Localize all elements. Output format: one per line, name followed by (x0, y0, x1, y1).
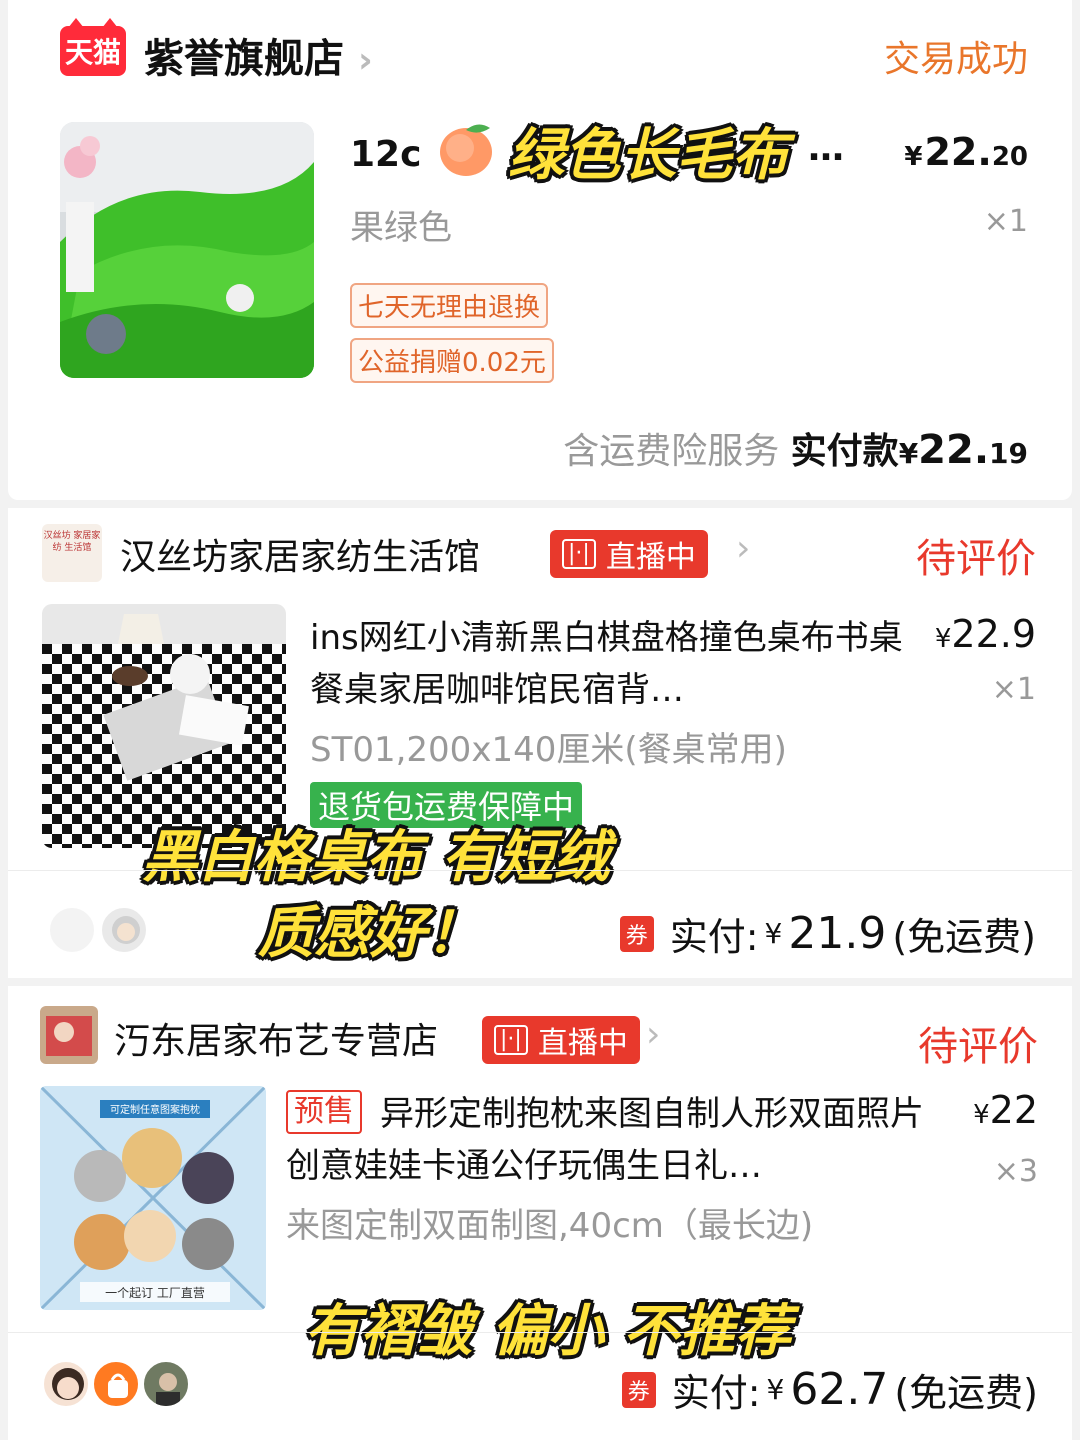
caption-green-fabric: 绿色长毛布 (508, 123, 788, 188)
paid-amount: 62.7 (790, 1364, 889, 1415)
divider (8, 1332, 1072, 1333)
product-title[interactable]: 异形定制抱枕来图自制人形双面照片创意娃娃卡通公仔玩偶生日礼… (286, 1088, 936, 1192)
avatar (42, 1360, 90, 1408)
shipping-note: (免运费) (892, 915, 1036, 959)
order-card-2[interactable]: 汉丝坊 家居家纺 生活馆 汉丝坊家居家纺生活馆 |·| 直播中 › 待评价 ins… (8, 508, 1072, 978)
avatar (48, 906, 96, 954)
paid-label: 实付: (669, 915, 759, 959)
payment-summary: 券 实付: ¥21.9 (免运费) (619, 906, 1036, 961)
title-ellipsis: … (808, 128, 844, 169)
store-name-text: 紫誉旗舰店 (144, 36, 344, 82)
product-title[interactable]: ins网红小清新黑白棋盘格撞色桌布书桌餐桌家居咖啡馆民宿背… (310, 612, 910, 716)
service-tag-donation: 公益捐赠0.02元 (350, 338, 554, 383)
live-bars-icon: |·| (494, 1025, 528, 1055)
product-quantity: ×3 (993, 1154, 1038, 1189)
avatar (92, 1360, 140, 1408)
service-tag-return: 七天无理由退换 (350, 283, 549, 328)
price-yen: ¥ (934, 624, 952, 654)
live-label: 直播中 (605, 540, 696, 575)
peach-emoji-icon (440, 124, 492, 176)
coupon-icon: 券 (619, 915, 654, 952)
price-value: 22 (989, 1088, 1038, 1132)
product-variant: ST01,200x140厘米(餐桌常用) (310, 730, 787, 770)
avatar (100, 906, 148, 954)
store-name[interactable]: 紫誉旗舰店 › (144, 26, 373, 84)
order-status: 待评价 (916, 536, 1036, 582)
thumbnail-footer-text: 一个起订 工厂直营 (105, 1286, 205, 1300)
order-card-3[interactable]: 汅东居家布艺专营店 |·| 直播中 › 待评价 可定制任意图案抱枕 一个起订 工厂… (8, 986, 1072, 1440)
product-variant: 来图定制双面制图,40cm（最长边) (286, 1206, 814, 1246)
shipping-insurance-label: 含运费险服务 (563, 431, 780, 472)
product-thumbnail[interactable]: 可定制任意图案抱枕 一个起订 工厂直营 (40, 1086, 266, 1310)
order-status: 交易成功 (883, 39, 1028, 80)
paid-amount-main: 22. (918, 427, 990, 473)
chevron-right-icon[interactable]: › (646, 1014, 660, 1055)
chevron-right-icon[interactable]: › (736, 528, 750, 569)
live-badge[interactable]: |·| 直播中 (482, 1016, 640, 1064)
live-badge[interactable]: |·| 直播中 (550, 530, 708, 578)
order-card-1[interactable]: 天猫 紫誉旗舰店 › 交易成功 12c 绿色长毛布 … ¥22.20 果绿色 ×… (8, 0, 1072, 500)
divider (8, 870, 1072, 871)
paid-yen: ¥ (764, 917, 783, 950)
store-logo (40, 1006, 98, 1064)
payment-summary: 券 实付: ¥62.7 (免运费) (621, 1362, 1038, 1417)
product-title[interactable]: 12c (350, 134, 421, 175)
paid-amount: 22.19 (918, 427, 1028, 473)
tmall-badge-text: 天猫 (64, 36, 121, 69)
paid-label: 实付款 (790, 431, 899, 472)
thumbnail-banner-text: 可定制任意图案抱枕 (110, 1103, 200, 1116)
tmall-logo: 天猫 (60, 18, 126, 76)
product-price: ¥22.20 (904, 130, 1028, 174)
product-title-visible: 12c (350, 134, 422, 175)
shipping-note: (免运费) (894, 1371, 1038, 1415)
coupon-icon: 券 (621, 1371, 656, 1408)
paid-yen: ¥ (766, 1373, 785, 1406)
avatar (142, 1360, 190, 1408)
price-value: 22.9 (951, 612, 1036, 656)
store-name[interactable]: 汉丝坊家居家纺生活馆 (120, 528, 480, 580)
product-price: ¥22 (973, 1088, 1038, 1132)
chevron-right-icon: › (357, 40, 373, 81)
order-footer: 含运费险服务 实付款¥22.19 (563, 422, 1028, 474)
product-variant: 果绿色 (350, 208, 452, 248)
paid-yen: ¥ (898, 437, 919, 470)
caption-quality: 质感好！ (258, 901, 482, 966)
live-bars-icon: |·| (562, 539, 596, 569)
order-status: 待评价 (918, 1024, 1038, 1070)
price-yen: ¥ (904, 142, 923, 172)
price-cents: 20 (991, 142, 1028, 172)
store-name[interactable]: 汅东居家布艺专营店 (114, 1012, 438, 1064)
price-main: 22. (924, 130, 992, 174)
caption-wrinkle: 有褶皱 偏小 不推荐 (304, 1299, 791, 1364)
product-price: ¥22.9 (935, 612, 1036, 656)
product-quantity: ×1 (983, 204, 1028, 239)
product-thumbnail[interactable] (60, 122, 314, 378)
caption-checker-cloth: 黑白格桌布 有短绒 (142, 825, 610, 890)
paid-label: 实付: (671, 1371, 761, 1415)
paid-amount: 21.9 (788, 908, 887, 959)
live-label: 直播中 (537, 1026, 628, 1061)
paid-amount-cents: 19 (989, 437, 1028, 470)
store-logo: 汉丝坊 家居家纺 生活馆 (42, 524, 102, 582)
product-quantity: ×1 (991, 672, 1036, 707)
price-yen: ¥ (973, 1100, 990, 1130)
